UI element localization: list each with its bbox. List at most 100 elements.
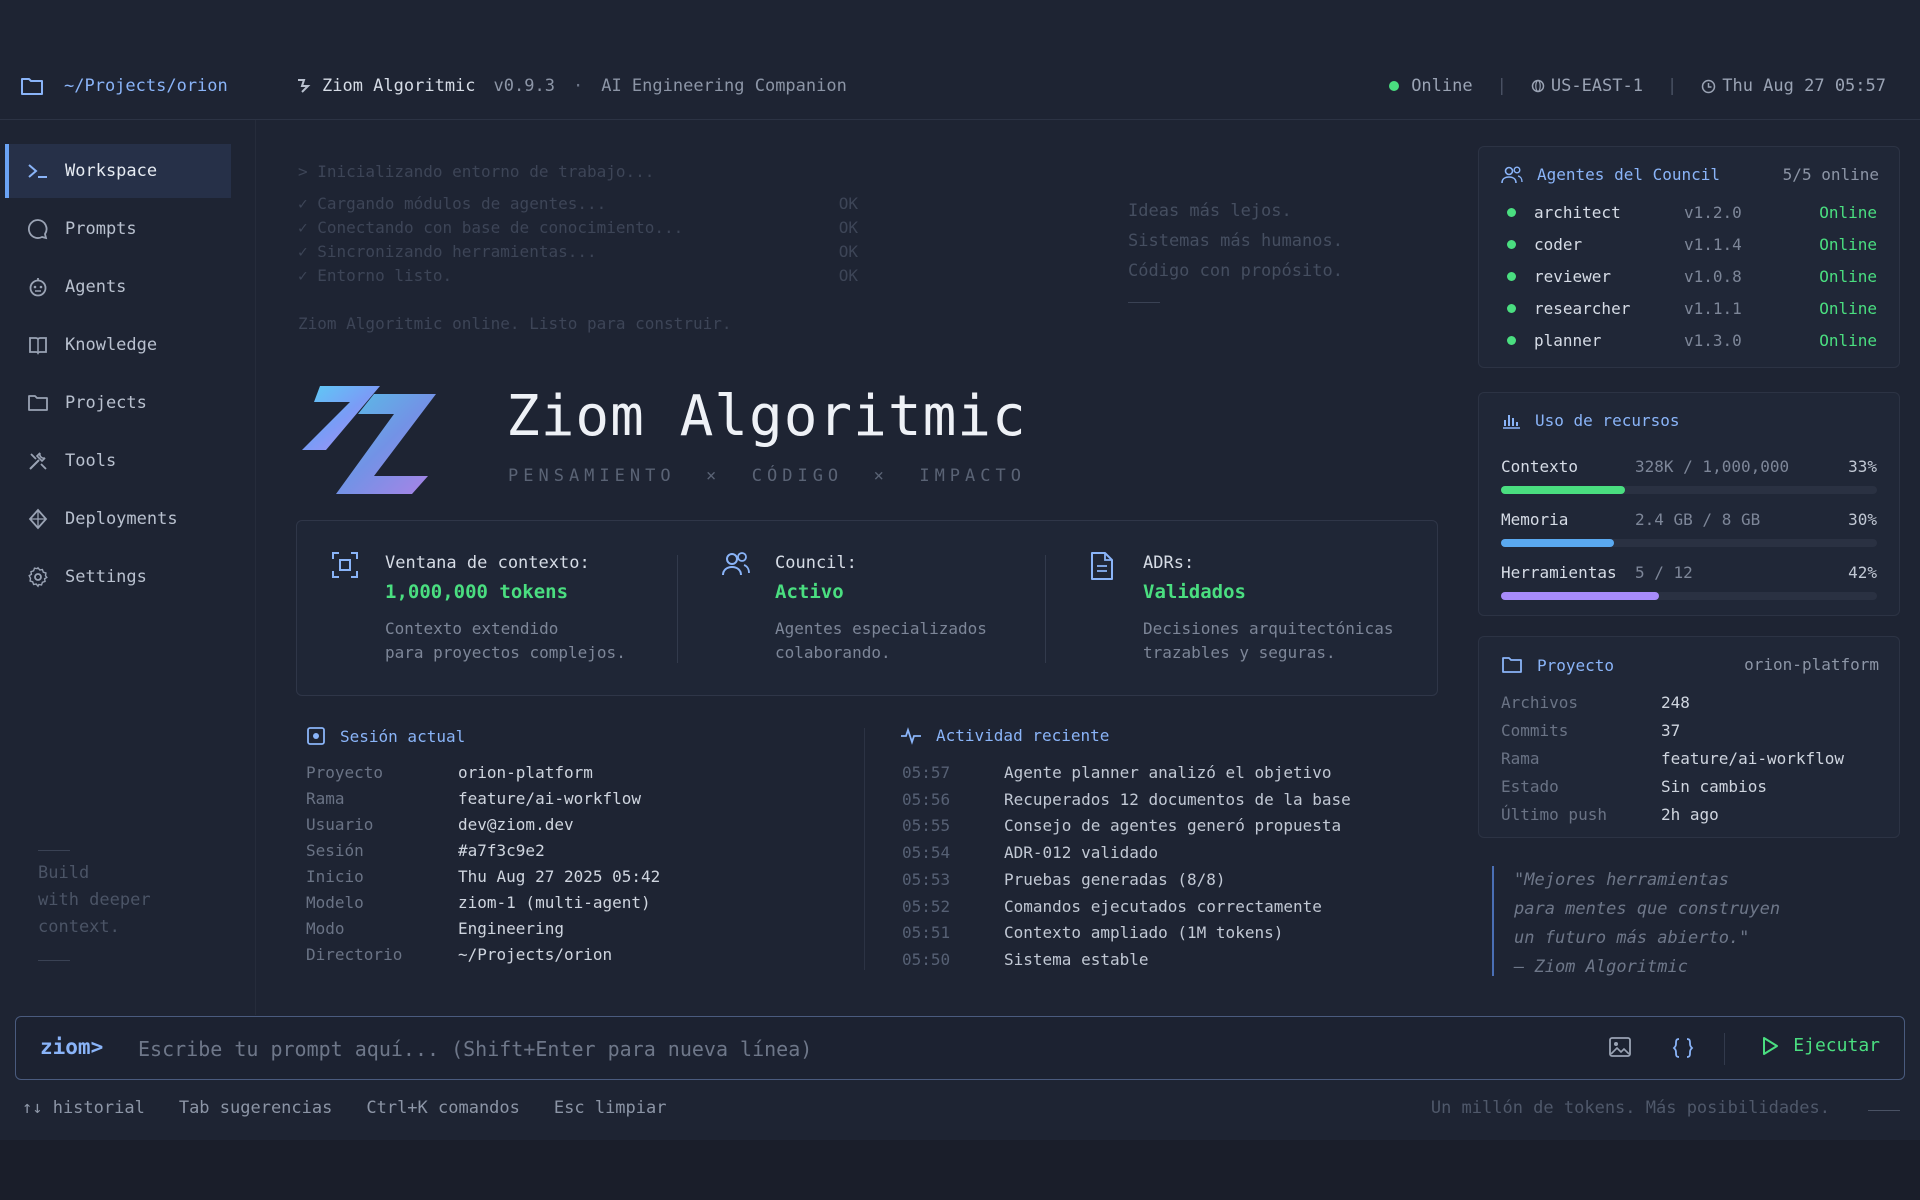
online-dot-icon	[1507, 304, 1516, 313]
agent-row[interactable]: planner v1.3.0 Online	[1507, 331, 1877, 350]
gear-icon	[28, 566, 48, 588]
sidebar-item-projects[interactable]: Projects	[5, 376, 231, 430]
mid-divider	[864, 728, 865, 970]
boot-log: > Inicializando entorno de trabajo... ✓ …	[298, 162, 858, 333]
sidebar-item-label: Deployments	[65, 509, 178, 529]
sidebar-item-label: Knowledge	[65, 335, 158, 355]
users-icon	[722, 552, 750, 576]
clock-icon	[1701, 79, 1716, 93]
hero-title: Ziom Algoritmic	[506, 384, 1027, 449]
code-braces-icon[interactable]	[1671, 1036, 1695, 1060]
sidebar-item-agents[interactable]: Agents	[5, 260, 231, 314]
resource-context: Contexto 328K / 1,000,000 33%	[1501, 457, 1877, 494]
sidebar-item-tools[interactable]: Tools	[5, 434, 231, 488]
sidebar-item-deployments[interactable]: Deployments	[5, 492, 231, 546]
online-dot-icon	[1389, 81, 1400, 91]
feature-divider	[1045, 555, 1046, 663]
pulse-icon	[901, 726, 921, 745]
side-note: Build with deeper context.	[38, 863, 151, 937]
region: US-EAST-1	[1550, 76, 1643, 96]
sidebar-item-settings[interactable]: Settings	[5, 550, 231, 604]
image-icon[interactable]	[1608, 1036, 1632, 1058]
agent-row[interactable]: coder v1.1.4 Online	[1507, 235, 1877, 254]
brand-tagline: AI Engineering Companion	[601, 76, 847, 96]
list-item: 05:54 ADR-012 validado	[902, 843, 1159, 863]
motto-line	[1128, 302, 1160, 303]
brand: Ziom Algoritmic v0.9.3 · AI Engineering …	[296, 76, 847, 96]
brand-name: Ziom Algoritmic	[322, 76, 476, 96]
folder-icon	[28, 395, 48, 411]
globe-icon	[1531, 79, 1545, 93]
activity-title: Actividad reciente	[900, 726, 1109, 745]
agent-row[interactable]: researcher v1.1.1 Online	[1507, 299, 1877, 318]
boot-line: ✓ Entorno listo. OK	[298, 266, 858, 285]
list-item: 05:50 Sistema estable	[902, 949, 1149, 969]
feature-divider	[677, 555, 678, 663]
keyboard-hints: ↑↓ historial Tab sugerencias Ctrl+K coma…	[22, 1098, 700, 1118]
online-status: Online	[1411, 76, 1473, 96]
sidebar-item-label: Settings	[65, 567, 147, 587]
app-window: ~/Projects/orion Ziom Algoritmic v0.9.3 …	[0, 0, 1920, 1140]
list-item: 05:56 Recuperados 12 documentos de la bas…	[902, 789, 1351, 809]
prompt-bar: ziom> Ejecutar	[15, 1016, 1905, 1080]
hero-subtitle: PENSAMIENTO × CÓDIGO × IMPACTO	[508, 466, 1026, 486]
council-count: 5/5 online	[1782, 165, 1879, 184]
project-name: orion-platform	[1744, 655, 1879, 674]
sidebar-item-prompts[interactable]: Prompts	[5, 202, 231, 256]
hint-commands: Ctrl+K comandos	[366, 1098, 520, 1118]
project-path[interactable]: ~/Projects/orion	[20, 76, 228, 96]
resource-tools: Herramientas 5 / 12 42%	[1501, 563, 1877, 600]
online-dot-icon	[1507, 336, 1516, 345]
sidebar-item-label: Workspace	[65, 161, 158, 181]
agent-row[interactable]: reviewer v1.0.8 Online	[1507, 267, 1877, 286]
sidebar: Workspace Prompts Agents Knowledge Proje…	[0, 120, 256, 1015]
sidebar-item-label: Tools	[65, 451, 117, 471]
top-bar: ~/Projects/orion Ziom Algoritmic v0.9.3 …	[0, 56, 1920, 120]
boot-line: ✓ Conectando con base de conocimiento...…	[298, 218, 858, 237]
ziom-logo-icon	[302, 386, 436, 494]
users-icon	[1501, 166, 1523, 183]
sidebar-item-knowledge[interactable]: Knowledge	[5, 318, 231, 372]
brand-version: v0.9.3	[493, 76, 555, 96]
sidebar-item-label: Projects	[65, 393, 147, 413]
activity-list: 05:57 Agente planner analizó el objetivo …	[902, 760, 1351, 974]
project-panel: Proyecto orion-platform Archivos 248 Comm…	[1478, 636, 1900, 838]
agent-row[interactable]: architect v1.2.0 Online	[1507, 203, 1877, 222]
context-window-icon	[332, 552, 358, 578]
side-note-line	[38, 960, 70, 961]
robot-icon	[29, 278, 47, 297]
progress-bar	[1501, 486, 1877, 494]
online-dot-icon	[1507, 272, 1516, 281]
status-area: Online | US-EAST-1 | Thu Aug 27 05:57	[1389, 76, 1886, 96]
folder-icon	[21, 78, 43, 95]
resource-memory: Memoria 2.4 GB / 8 GB 30%	[1501, 510, 1877, 547]
council-title: Agentes del Council	[1501, 165, 1720, 184]
bar-chart-icon	[1503, 414, 1520, 429]
project-path-text: ~/Projects/orion	[64, 76, 228, 96]
motto: Ideas más lejos. Sistemas más humanos. C…	[1128, 201, 1343, 281]
sidebar-item-label: Prompts	[65, 219, 137, 239]
brand-separator: ·	[572, 76, 584, 96]
hint-clear: Esc limpiar	[553, 1098, 667, 1118]
datetime: Thu Aug 27 05:57	[1722, 76, 1886, 96]
chat-icon	[27, 219, 48, 240]
session-title: Sesión actual	[306, 726, 465, 746]
deploy-icon	[28, 508, 48, 530]
boot-line: ✓ Sincronizando herramientas... OK	[298, 242, 858, 261]
session-details: Proyecto orion-platform Rama feature/ai-wo…	[306, 763, 661, 964]
play-icon	[1763, 1036, 1779, 1055]
footer-tagline: Un millón de tokens. Más posibilidades.	[1430, 1098, 1830, 1118]
hint-history: ↑↓ historial	[22, 1098, 145, 1118]
hint-tab: Tab sugerencias	[178, 1098, 333, 1118]
prompt-input[interactable]	[138, 1029, 1578, 1069]
sidebar-item-workspace[interactable]: Workspace	[5, 144, 231, 198]
resources-title: Uso de recursos	[1501, 411, 1680, 430]
run-button[interactable]: Ejecutar	[1761, 1035, 1880, 1056]
list-item: 05:51 Contexto ampliado (1M tokens)	[902, 923, 1284, 943]
footer-line	[1868, 1110, 1900, 1111]
resources-panel: Uso de recursos Contexto 328K / 1,000,000…	[1478, 392, 1900, 616]
council-panel: Agentes del Council 5/5 online architect…	[1478, 146, 1900, 368]
boot-line: ✓ Cargando módulos de agentes... OK	[298, 194, 858, 213]
online-dot-icon	[1507, 208, 1516, 217]
terminal-icon	[28, 164, 47, 178]
